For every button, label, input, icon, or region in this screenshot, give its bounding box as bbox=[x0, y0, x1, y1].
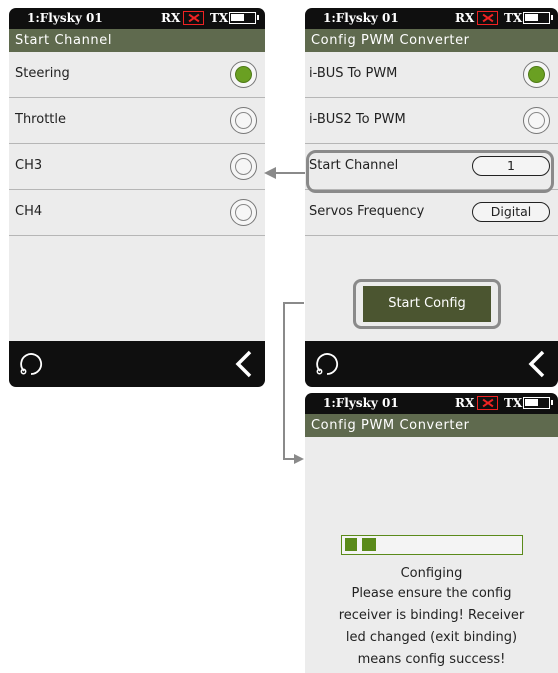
arrowhead-left-icon bbox=[264, 167, 276, 179]
arrowhead-right-icon bbox=[294, 454, 304, 464]
flow-arrows bbox=[264, 167, 305, 464]
arrow-to-configing bbox=[283, 302, 304, 460]
